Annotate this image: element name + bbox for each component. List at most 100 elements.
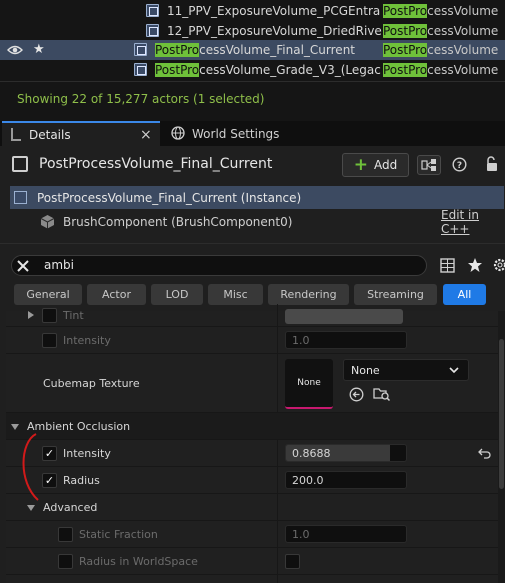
chevron-down-icon [449, 367, 459, 374]
actor-name: 11_PPV_ExposureVolume_PCGEntra [167, 4, 381, 18]
advanced-label: Advanced [43, 501, 98, 514]
section-advanced[interactable]: Advanced [6, 494, 498, 521]
settings-gear-icon[interactable] [491, 256, 505, 274]
actor-header-icon [12, 156, 28, 172]
reset-to-default-icon[interactable] [478, 448, 491, 459]
tint-override-checkbox[interactable] [42, 308, 57, 323]
outliner-row[interactable]: 12_PPV_ExposureVolume_DriedRive PostProc… [0, 21, 505, 41]
outliner-row[interactable]: PostProcessVolume_Grade_V3_(Legac PostPr… [0, 60, 505, 80]
outliner-row-selected[interactable]: ★ PostProcessVolume_Final_Current PostPr… [0, 40, 505, 60]
actor-name: PostProcessVolume_Grade_V3_(Legac [155, 63, 381, 77]
actor-type: PostProcessVolume [383, 43, 499, 57]
ao-intensity-value-field[interactable]: 0.8688 [285, 444, 407, 462]
blueprint-icon [421, 159, 436, 171]
ao-radius-override-checkbox[interactable]: ✓ [42, 473, 57, 488]
clear-search-icon[interactable] [16, 259, 30, 273]
scrollbar-track[interactable] [498, 311, 505, 583]
actor-icon [146, 24, 159, 37]
use-selected-asset-icon[interactable] [349, 387, 364, 402]
scrollbar-thumb[interactable] [499, 339, 504, 489]
star-icon: ★ [33, 42, 45, 57]
lock-icon[interactable] [485, 156, 499, 172]
search-input[interactable]: ambi [11, 255, 427, 276]
tab-details-label: Details [29, 127, 71, 142]
ao-intensity-label: Intensity [63, 447, 111, 460]
component-row-brush[interactable]: BrushComponent (BrushComponent0) Edit in… [10, 208, 504, 236]
intensity-override-checkbox[interactable] [42, 333, 57, 348]
expand-arrow-icon[interactable] [28, 311, 34, 319]
outliner-divider [0, 81, 505, 82]
filter-actor[interactable]: Actor [87, 284, 146, 305]
outliner-row[interactable]: 11_PPV_ExposureVolume_PCGEntra PostProce… [0, 1, 505, 21]
radius-worldspace-checkbox[interactable] [285, 554, 300, 569]
component-instance-row[interactable]: PostProcessVolume_Final_Current (Instanc… [10, 186, 504, 209]
cubemap-asset-dropdown[interactable]: None [343, 359, 469, 381]
globe-icon [171, 126, 185, 140]
collapse-arrow-icon[interactable] [11, 424, 19, 430]
property-row-cubemap: Cubemap Texture None None [6, 354, 498, 413]
actor-icon [134, 63, 147, 76]
property-row-tint: Tint [6, 304, 498, 327]
actor-icon [134, 43, 147, 56]
section-ambient-occlusion[interactable]: Ambient Occlusion [6, 413, 498, 440]
cubemap-label: Cubemap Texture [43, 377, 140, 390]
property-row-radius-worldspace: Radius in WorldSpace [6, 548, 498, 575]
actor-title: PostProcessVolume_Final_Current [39, 156, 273, 172]
property-row-ao-intensity: ✓ Intensity 0.8688 [6, 440, 498, 467]
cubemap-thumbnail[interactable]: None [285, 359, 333, 409]
cubemap-dropdown-value: None [351, 364, 380, 377]
actor-type: PostProcessVolume [383, 24, 499, 38]
blueprint-button[interactable] [417, 155, 441, 175]
add-label: Add [374, 158, 398, 172]
browse-asset-icon[interactable] [373, 386, 391, 402]
filter-streaming[interactable]: Streaming [354, 284, 437, 305]
actor-instance-icon [14, 191, 27, 204]
property-row-intensity: Intensity 1.0 [6, 327, 498, 354]
tab-world-settings[interactable]: World Settings [166, 121, 286, 146]
favorites-star-icon[interactable] [467, 257, 483, 273]
component-label: BrushComponent (BrushComponent0) [63, 214, 293, 229]
close-icon[interactable]: × [140, 127, 152, 143]
section-divider [0, 243, 505, 244]
outliner-status: Showing 22 of 15,277 actors (1 selected) [17, 92, 265, 106]
ao-intensity-override-checkbox[interactable]: ✓ [42, 446, 57, 461]
eye-icon[interactable] [7, 44, 23, 56]
property-row-static-fraction: Static Fraction 1.0 [6, 521, 498, 548]
tint-label: Tint [63, 308, 84, 322]
help-icon[interactable]: ? [452, 157, 467, 172]
svg-text:?: ? [457, 161, 462, 171]
tab-bar: Details × World Settings [0, 121, 505, 146]
property-row-ao-radius: ✓ Radius 200.0 [6, 467, 498, 494]
plus-icon: + [353, 154, 368, 175]
ao-radius-label: Radius [63, 474, 100, 487]
property-row-partial [6, 575, 498, 583]
filter-misc[interactable]: Misc [208, 284, 263, 305]
radius-worldspace-override-checkbox[interactable] [58, 554, 73, 569]
cubemap-thumbnail-label: None [297, 378, 321, 388]
actor-icon [146, 4, 159, 17]
add-component-button[interactable]: + Add [342, 153, 409, 177]
filter-general[interactable]: General [14, 284, 82, 305]
static-fraction-value-field[interactable]: 1.0 [285, 525, 407, 543]
cube-icon [40, 215, 55, 229]
edit-in-cpp-link[interactable]: Edit in C++ [441, 208, 504, 236]
instance-label: PostProcessVolume_Final_Current (Instanc… [37, 190, 302, 205]
actor-type: PostProcessVolume [383, 4, 499, 18]
filter-lod[interactable]: LOD [151, 284, 203, 305]
table-view-icon[interactable] [440, 258, 455, 273]
collapse-arrow-icon[interactable] [27, 505, 35, 511]
actor-name: 12_PPV_ExposureVolume_DriedRive [167, 24, 382, 38]
intensity-label: Intensity [63, 334, 111, 347]
tint-color-swatch[interactable] [285, 309, 403, 324]
details-icon [11, 128, 21, 141]
filter-all[interactable]: All [443, 284, 486, 305]
actor-type: PostProcessVolume [383, 63, 499, 77]
filter-rendering[interactable]: Rendering [268, 284, 349, 305]
intensity-value-field[interactable]: 1.0 [285, 331, 407, 349]
actor-name: PostProcessVolume_Final_Current [155, 43, 355, 57]
tab-world-settings-label: World Settings [192, 126, 280, 141]
tab-details[interactable]: Details × [2, 121, 160, 146]
ao-radius-value-field[interactable]: 200.0 [285, 471, 407, 489]
static-fraction-override-checkbox[interactable] [58, 527, 73, 542]
annotation-bracket [22, 433, 39, 501]
